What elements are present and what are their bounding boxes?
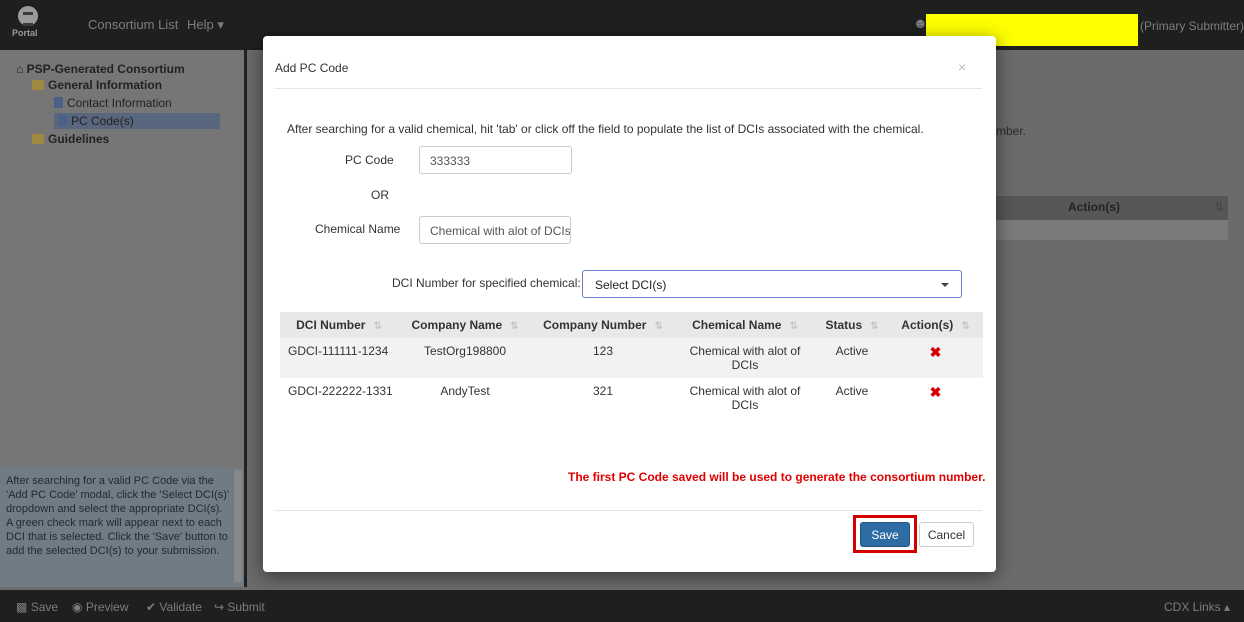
dci-number-label: DCI Number for specified chemical: — [392, 276, 581, 290]
tree-item-contact-information[interactable]: Contact Information — [54, 96, 172, 110]
sort-icon: ⇅ — [1214, 200, 1225, 214]
background-partial-text: mber. — [996, 124, 1027, 138]
document-icon — [54, 97, 63, 108]
folder-icon — [32, 80, 44, 90]
cell-company-number: 321 — [592, 384, 614, 398]
header-dci-number[interactable]: DCI Number ⇅ — [280, 312, 398, 338]
cell-company-name: TestOrg198800 — [398, 338, 532, 378]
cell-dci-number: GDCI-111111-1234 — [280, 338, 398, 378]
delete-icon[interactable]: ✖ — [930, 344, 942, 360]
modal-title: Add PC Code — [275, 61, 349, 75]
home-icon: ⌂ — [16, 62, 24, 76]
modal-instructions: After searching for a valid chemical, hi… — [287, 122, 924, 136]
save-action[interactable]: ▩ Save — [16, 600, 58, 614]
tree-item-guidelines[interactable]: Guidelines — [32, 132, 109, 146]
portal-logo[interactable]: Portal — [10, 6, 46, 44]
cdx-links-dropdown[interactable]: CDX Links ▴ — [1164, 600, 1230, 614]
background-table-row — [996, 220, 1228, 240]
header-company-name[interactable]: Company Name ⇅ — [398, 312, 532, 338]
add-pc-code-modal: Add PC Code × After searching for a vali… — [263, 36, 996, 572]
header-company-number[interactable]: Company Number ⇅ — [532, 312, 674, 338]
tree-item-general-information[interactable]: General Information — [32, 78, 162, 92]
consortium-warning: The first PC Code saved will be used to … — [568, 470, 986, 484]
background-actions-header: Action(s) — [1068, 200, 1120, 214]
save-button[interactable]: Save — [860, 522, 910, 547]
sort-icon: ⇅ — [510, 321, 519, 332]
dci-table: DCI Number ⇅ Company Name ⇅ Company Number… — [280, 312, 983, 418]
help-text: After searching for a valid PC Code via … — [6, 475, 229, 557]
checkmark-icon: ✔ — [146, 600, 157, 614]
cell-company-number: 123 — [532, 338, 674, 378]
nav-help-dropdown[interactable]: Help ▾ — [187, 17, 224, 33]
caret-down-icon — [941, 283, 949, 287]
modal-header-divider — [275, 88, 982, 89]
cell-chemical-name: Chemical with alot of DCIs — [689, 384, 801, 412]
preview-action[interactable]: ◉ Preview — [72, 600, 129, 614]
modal-footer-divider — [275, 510, 982, 511]
table-header-row: DCI Number ⇅ Company Name ⇅ Company Number… — [280, 312, 983, 338]
epa-logo-icon — [18, 6, 38, 26]
select-dci-dropdown[interactable]: Select DCI(s) — [582, 270, 962, 298]
header-chemical-name[interactable]: Chemical Name ⇅ — [674, 312, 816, 338]
cell-status: Active — [816, 338, 888, 378]
pc-code-label: PC Code — [345, 153, 394, 167]
cell-dci-number: GDCI-222222-1331 — [288, 384, 393, 398]
sort-icon: ⇅ — [961, 321, 970, 332]
cancel-button[interactable]: Cancel — [919, 522, 974, 547]
cell-chemical-name: Chemical with alot of DCIs — [674, 338, 816, 378]
chemical-name-label: Chemical Name — [315, 222, 401, 236]
camera-icon: ◉ — [72, 600, 83, 614]
tree-item-pc-codes[interactable]: PC Code(s) — [54, 113, 220, 129]
close-icon[interactable]: × — [958, 59, 966, 75]
submit-action[interactable]: ↪ Submit — [214, 600, 265, 614]
sort-icon: ⇅ — [870, 321, 879, 332]
header-status[interactable]: Status ⇅ — [816, 312, 888, 338]
cell-actions: ✖ — [888, 378, 983, 418]
user-role: (Primary Submitter) — [1140, 19, 1244, 33]
floppy-disk-icon: ▩ — [16, 600, 28, 614]
cell-company-name: AndyTest — [440, 384, 490, 398]
or-label: OR — [371, 188, 389, 202]
chemical-name-input[interactable]: Chemical with alot of DCIs — [419, 216, 571, 244]
bottom-toolbar: ▩ Save ◉ Preview ✔ Validate ↪ Submit CDX… — [0, 590, 1244, 622]
pc-code-input[interactable]: 333333 — [419, 146, 572, 174]
help-panel: After searching for a valid PC Code via … — [0, 468, 244, 587]
table-row: GDCI-222222-1331 AndyTest 321 Chemical w… — [280, 378, 983, 418]
validate-action[interactable]: ✔ Validate — [146, 600, 202, 614]
help-scrollbar[interactable] — [234, 470, 242, 582]
tree-root[interactable]: ⌂ PSP-Generated Consortium — [16, 62, 185, 76]
document-icon — [58, 115, 67, 126]
header-actions[interactable]: Action(s) ⇅ — [888, 312, 983, 338]
table-row: GDCI-111111-1234 TestOrg198800 123 Chemi… — [280, 338, 983, 378]
cell-actions: ✖ — [888, 338, 983, 378]
folder-icon — [32, 134, 44, 144]
sort-icon: ⇅ — [789, 321, 798, 332]
sort-asc-icon: ⇅ — [373, 321, 382, 332]
nav-consortium-list[interactable]: Consortium List — [88, 17, 178, 32]
submit-icon: ↪ — [214, 600, 225, 614]
sort-icon: ⇅ — [654, 321, 663, 332]
delete-icon[interactable]: ✖ — [930, 384, 942, 400]
cell-status: Active — [835, 384, 869, 398]
sidebar: ⌂ PSP-Generated Consortium General Infor… — [0, 50, 247, 587]
logo-text: Portal — [12, 28, 38, 38]
